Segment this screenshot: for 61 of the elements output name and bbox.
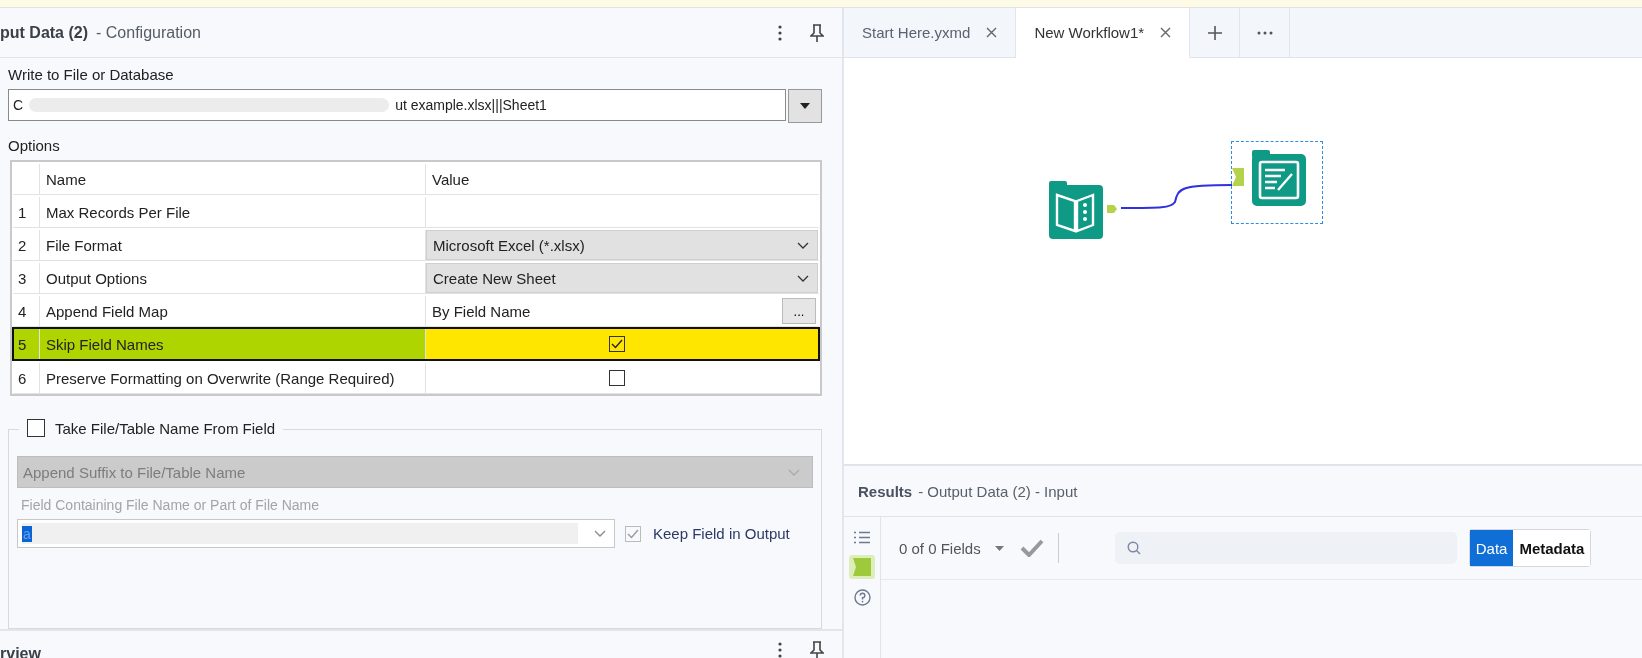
option-name: Max Records Per File <box>40 197 426 227</box>
more-icon[interactable] <box>778 24 782 41</box>
view-toggle[interactable]: Metadata <box>1513 530 1591 566</box>
row-number: 6 <box>14 363 40 393</box>
destination-label: Write to File or Database <box>8 66 175 83</box>
fields-selector[interactable]: 0 of 0 Fields <box>899 539 1004 557</box>
destination-field[interactable]: C ut example.xlsx|||Sheet1 <box>8 89 786 121</box>
row-number: 3 <box>14 263 40 293</box>
field-label: Field Containing File Name or Part of File Name <box>21 497 320 513</box>
option-row[interactable]: 4 Append Field Map By Field Name ... <box>12 294 820 327</box>
row-number: 1 <box>14 197 40 227</box>
close-icon[interactable] <box>986 27 998 38</box>
chevron-icon <box>797 241 809 249</box>
option-row[interactable]: 2 File Format Microsoft Excel (*.xlsx) <box>12 228 820 261</box>
checkmark-icon[interactable] <box>1019 539 1044 557</box>
tag-icon <box>853 558 871 576</box>
chevron-icon <box>788 468 800 476</box>
view-toggle[interactable]: Data <box>1469 530 1514 566</box>
pin-icon[interactable] <box>810 23 824 42</box>
option-row[interactable]: 1 Max Records Per File <box>12 195 820 228</box>
plus-icon <box>1206 24 1223 41</box>
panel-subtitle: - Configuration <box>96 23 201 42</box>
option-row[interactable]: 6 Preserve Formatting on Overwrite (Range Required) <box>12 361 820 394</box>
caret-icon <box>994 545 1004 551</box>
option-value: By Field Name <box>432 302 531 320</box>
workflow-tab[interactable]: New Workflow1* <box>1016 8 1191 58</box>
search-field[interactable] <box>1114 532 1457 564</box>
dropdown-button[interactable] <box>788 89 822 123</box>
column-header: Value <box>431 169 471 190</box>
panel-title: put Data (2) <box>0 23 88 42</box>
caret-icon <box>800 103 810 109</box>
row-number: 5 <box>14 329 40 359</box>
book-tool-icon[interactable] <box>1049 181 1119 239</box>
results-subtitle: - Output Data (2) - Input <box>918 482 1078 500</box>
checkbox[interactable] <box>609 336 625 352</box>
checkbox[interactable] <box>609 370 625 386</box>
option-dropdown[interactable]: Create New Sheet <box>426 263 818 293</box>
list-icon <box>854 530 870 544</box>
option-name: Append Field Map <box>40 296 426 326</box>
close-icon[interactable] <box>1160 27 1172 38</box>
option-row[interactable]: 3 Output Options Create New Sheet <box>12 261 820 294</box>
checkbox-label: Take File/Table Name From Field <box>55 419 276 437</box>
options-label: Options <box>8 137 61 154</box>
row-number: 2 <box>14 230 40 260</box>
search-icon <box>1126 541 1141 555</box>
checkbox-label: Keep Field in Output <box>653 525 790 542</box>
checkbox[interactable] <box>27 419 45 437</box>
option-name: Preserve Formatting on Overwrite (Range Required) <box>40 363 426 393</box>
browse-button[interactable]: ... <box>782 298 816 324</box>
results-title: Results <box>858 482 913 500</box>
option-row[interactable]: 5 Skip Field Names <box>12 327 820 361</box>
row-number: 4 <box>14 296 40 326</box>
chevron-icon <box>797 274 809 282</box>
more-icon <box>1256 30 1273 35</box>
option-dropdown[interactable]: Microsoft Excel (*.xlsx) <box>426 230 818 260</box>
option-name: Skip Field Names <box>40 329 426 359</box>
more-icon[interactable] <box>778 642 782 658</box>
pin-icon[interactable] <box>810 641 824 658</box>
help-icon <box>853 588 871 606</box>
chevron-icon <box>594 530 606 537</box>
column-header: Name <box>40 164 426 194</box>
